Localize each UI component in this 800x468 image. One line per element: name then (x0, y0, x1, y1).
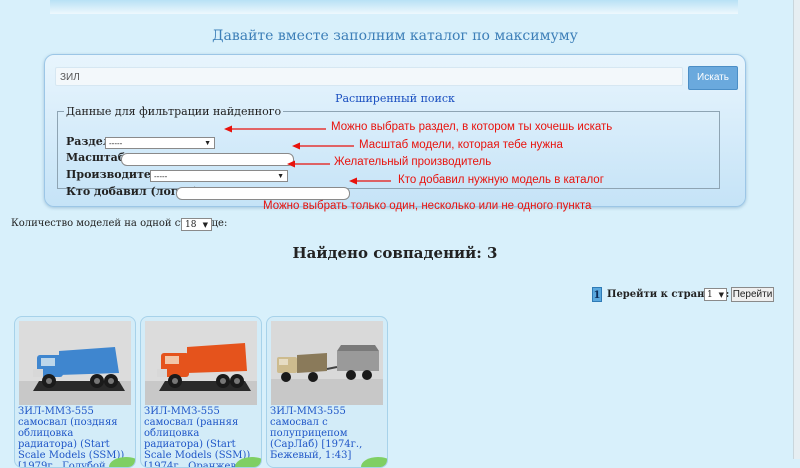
product-card[interactable]: ЗИЛ-ММЗ-555 самосвал с полуприцепом (Сар… (266, 316, 388, 468)
goto-page-value: 1 (707, 290, 713, 300)
section-select-value: ----- (109, 139, 123, 148)
scale-note: Масштаб модели, которая тебе нужна (359, 139, 563, 151)
arrow-left-icon (224, 125, 326, 133)
page-tagline: Давайте вместе заполним каталог по макси… (212, 28, 578, 44)
section-select[interactable]: ----- ▼ (105, 137, 215, 149)
header-strip (50, 0, 738, 14)
chevron-down-icon: ▼ (277, 173, 284, 180)
chevron-down-icon: ▼ (202, 221, 208, 229)
maker-select-value: ----- (154, 172, 168, 181)
product-card[interactable]: ЗИЛ-ММЗ-555 самосвал (поздняя облицовка … (14, 316, 136, 468)
truck-photo[interactable] (19, 321, 131, 405)
per-page-select[interactable]: 18 ▼ (181, 218, 212, 231)
chevron-down-icon: ▼ (204, 140, 211, 147)
search-input[interactable]: ЗИЛ (55, 67, 683, 86)
advanced-search-link: Расширенный поиск (45, 92, 745, 105)
truck-photo[interactable] (271, 321, 383, 405)
bottom-note: Можно выбрать только один, несколько или… (263, 200, 592, 212)
results-count: Найдено совпадений: 3 (292, 244, 498, 262)
added-by-field[interactable] (176, 187, 350, 200)
advanced-search-text[interactable]: Расширенный поиск (335, 92, 455, 105)
scale-field[interactable] (121, 153, 294, 166)
arrow-left-icon (349, 177, 391, 185)
product-card[interactable]: ЗИЛ-ММЗ-555 самосвал (ранняя облицовка р… (140, 316, 262, 468)
chevron-down-icon: ▼ (718, 291, 724, 299)
arrow-left-icon (292, 142, 354, 150)
scale-label: Масштаб: (66, 151, 130, 164)
maker-select[interactable]: ----- ▼ (150, 170, 288, 182)
maker-note: Желательный производитель (334, 156, 492, 168)
filter-legend: Данные для фильтрации найденного (66, 105, 282, 118)
added-by-note: Кто добавил нужную модель в каталог (398, 174, 604, 186)
arrow-left-icon (287, 160, 330, 168)
per-page-value: 18 (185, 220, 197, 230)
truck-photo[interactable] (145, 321, 257, 405)
search-button[interactable]: Искать (688, 66, 738, 90)
window-edge (793, 0, 800, 459)
page-current[interactable]: 1 (592, 287, 602, 302)
section-note: Можно выбрать раздел, в котором ты хочеш… (331, 121, 613, 133)
goto-button[interactable]: Перейти (731, 287, 774, 302)
product-title[interactable]: ЗИЛ-ММЗ-555 самосвал с полуприцепом (Сар… (270, 406, 384, 461)
goto-page-select[interactable]: 1 ▼ (704, 288, 727, 301)
truck-body (59, 347, 119, 375)
